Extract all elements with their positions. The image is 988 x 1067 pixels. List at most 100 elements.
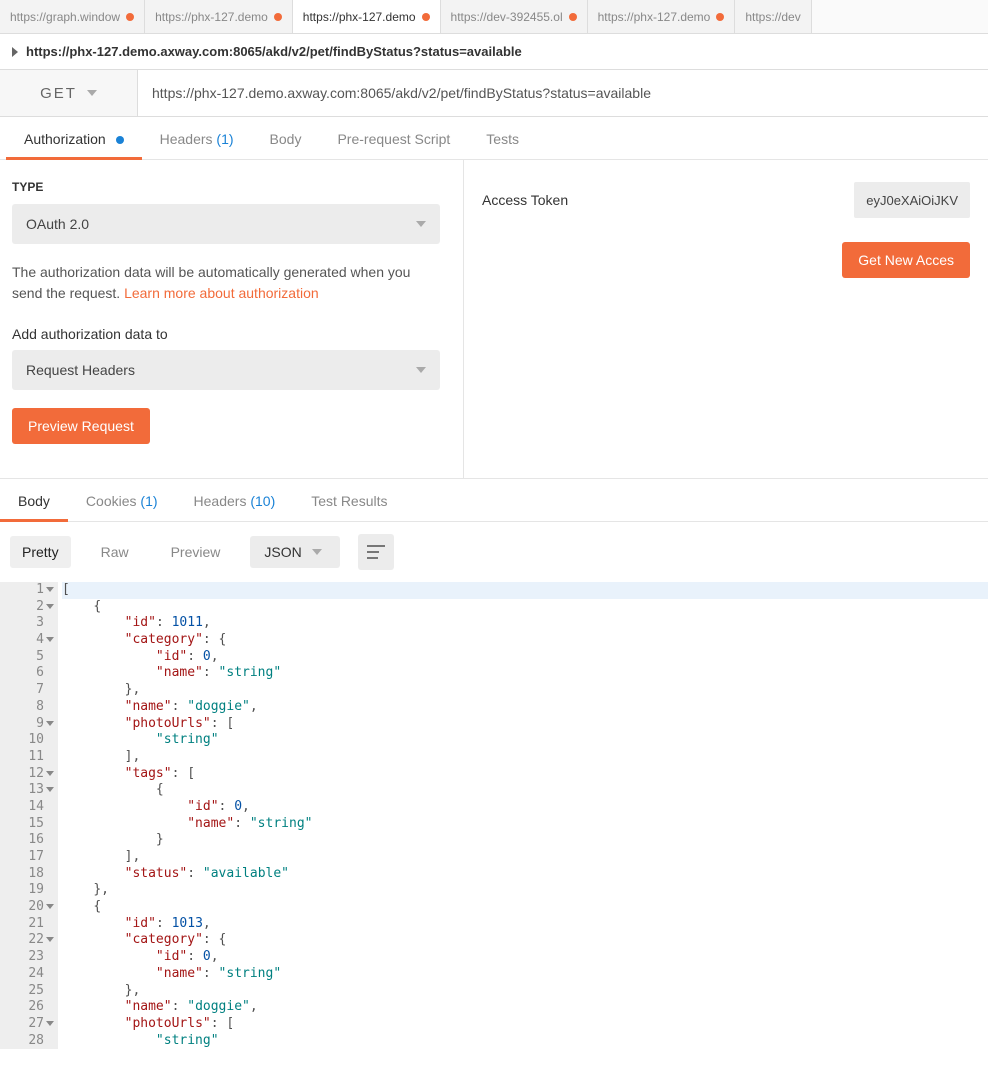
wrap-lines-button[interactable] (358, 534, 394, 570)
access-token-input[interactable]: eyJ0eXAiOiJKV (854, 182, 970, 218)
tab-tests-label: Tests (486, 131, 519, 147)
top-tab[interactable]: https://graph.window (0, 0, 145, 33)
line-number[interactable]: 13 (0, 782, 54, 799)
line-number[interactable]: 19 (0, 882, 54, 899)
line-number[interactable]: 9 (0, 716, 54, 733)
learn-more-link[interactable]: Learn more about authorization (124, 285, 319, 301)
code-line: "id": 0, (62, 799, 988, 816)
line-number[interactable]: 6 (0, 665, 54, 682)
line-number[interactable]: 17 (0, 849, 54, 866)
code-line: "status": "available" (62, 866, 988, 883)
code-line: }, (62, 983, 988, 1000)
top-tab[interactable]: https://phx-127.demo (588, 0, 736, 33)
unsaved-dot-icon (126, 13, 134, 21)
code-line: "photoUrls": [ (62, 1016, 988, 1033)
tab-headers[interactable]: Headers (1) (142, 117, 252, 159)
code-line: "id": 1011, (62, 615, 988, 632)
line-number[interactable]: 11 (0, 749, 54, 766)
chevron-down-icon (416, 367, 426, 373)
line-number[interactable]: 26 (0, 999, 54, 1016)
code-line: ], (62, 849, 988, 866)
response-format-value: JSON (264, 544, 301, 560)
top-tab-label: https://graph.window (10, 10, 120, 24)
preview-request-button[interactable]: Preview Request (12, 408, 150, 444)
indicator-dot-icon (116, 136, 124, 144)
line-number[interactable]: 23 (0, 949, 54, 966)
line-number-gutter: 1234567891011121314151617181920212223242… (0, 582, 58, 1049)
line-number[interactable]: 10 (0, 732, 54, 749)
line-number[interactable]: 4 (0, 632, 54, 649)
get-new-access-token-button[interactable]: Get New Acces (842, 242, 970, 278)
http-method-dropdown[interactable]: GET (0, 70, 138, 116)
tab-authorization[interactable]: Authorization (6, 117, 142, 159)
tab-authorization-label: Authorization (24, 131, 106, 147)
line-number[interactable]: 2 (0, 599, 54, 616)
top-tab[interactable]: https://phx-127.demo (293, 0, 441, 33)
line-number[interactable]: 16 (0, 832, 54, 849)
http-method-value: GET (40, 85, 77, 102)
resp-tab-cookies[interactable]: Cookies (1) (68, 479, 176, 521)
code-line: "string" (62, 732, 988, 749)
line-number[interactable]: 27 (0, 1016, 54, 1033)
code-line: "name": "doggie", (62, 999, 988, 1016)
view-preview-button[interactable]: Preview (159, 536, 233, 568)
code-line: "name": "string" (62, 665, 988, 682)
resp-tab-test-results[interactable]: Test Results (293, 479, 405, 521)
line-number[interactable]: 3 (0, 615, 54, 632)
line-number[interactable]: 14 (0, 799, 54, 816)
code-line: }, (62, 882, 988, 899)
line-number[interactable]: 15 (0, 816, 54, 833)
auth-type-dropdown[interactable]: OAuth 2.0 (12, 204, 440, 244)
resp-tab-headers[interactable]: Headers (10) (176, 479, 294, 521)
line-number[interactable]: 20 (0, 899, 54, 916)
unsaved-dot-icon (422, 13, 430, 21)
request-title: https://phx-127.demo.axway.com:8065/akd/… (26, 44, 522, 59)
line-number[interactable]: 7 (0, 682, 54, 699)
auth-type-label: TYPE (12, 180, 451, 194)
response-format-dropdown[interactable]: JSON (250, 536, 339, 568)
resp-tab-headers-label: Headers (194, 493, 247, 509)
code-line: "name": "doggie", (62, 699, 988, 716)
response-code-area: 1234567891011121314151617181920212223242… (0, 582, 988, 1049)
code-line: "string" (62, 1033, 988, 1050)
line-number[interactable]: 18 (0, 866, 54, 883)
top-tab-label: https://dev (745, 10, 800, 24)
unsaved-dot-icon (716, 13, 724, 21)
top-tab[interactable]: https://dev (735, 0, 811, 33)
code-line: "name": "string" (62, 816, 988, 833)
view-pretty-button[interactable]: Pretty (10, 536, 71, 568)
tab-body[interactable]: Body (252, 117, 320, 159)
code-line: } (62, 832, 988, 849)
code-line: "name": "string" (62, 966, 988, 983)
response-sub-tabs: Body Cookies (1) Headers (10) Test Resul… (0, 478, 988, 522)
response-code[interactable]: [ { "id": 1011, "category": { "id": 0, "… (58, 582, 988, 1049)
request-url-input[interactable]: https://phx-127.demo.axway.com:8065/akd/… (138, 70, 988, 116)
line-number[interactable]: 25 (0, 983, 54, 1000)
tab-body-label: Body (270, 131, 302, 147)
line-number[interactable]: 1 (0, 582, 54, 599)
resp-tab-test-results-label: Test Results (311, 493, 387, 509)
request-title-row[interactable]: https://phx-127.demo.axway.com:8065/akd/… (0, 34, 988, 69)
add-auth-to-dropdown[interactable]: Request Headers (12, 350, 440, 390)
line-number[interactable]: 28 (0, 1033, 54, 1050)
code-line: "id": 0, (62, 649, 988, 666)
authorization-panel: TYPE OAuth 2.0 The authorization data wi… (0, 160, 988, 478)
resp-tab-cookies-count: (1) (140, 493, 157, 509)
line-number[interactable]: 24 (0, 966, 54, 983)
line-number[interactable]: 22 (0, 932, 54, 949)
tab-prerequest-script[interactable]: Pre-request Script (319, 117, 468, 159)
code-line: "photoUrls": [ (62, 716, 988, 733)
tab-tests[interactable]: Tests (468, 117, 537, 159)
add-auth-to-value: Request Headers (26, 362, 135, 378)
view-raw-button[interactable]: Raw (89, 536, 141, 568)
top-tab[interactable]: https://dev-392455.ol (441, 0, 588, 33)
line-number[interactable]: 21 (0, 916, 54, 933)
resp-tab-cookies-label: Cookies (86, 493, 137, 509)
line-number[interactable]: 5 (0, 649, 54, 666)
line-number[interactable]: 12 (0, 766, 54, 783)
line-number[interactable]: 8 (0, 699, 54, 716)
top-tab[interactable]: https://phx-127.demo (145, 0, 293, 33)
code-line: ], (62, 749, 988, 766)
code-line: "category": { (62, 932, 988, 949)
resp-tab-body[interactable]: Body (0, 479, 68, 521)
